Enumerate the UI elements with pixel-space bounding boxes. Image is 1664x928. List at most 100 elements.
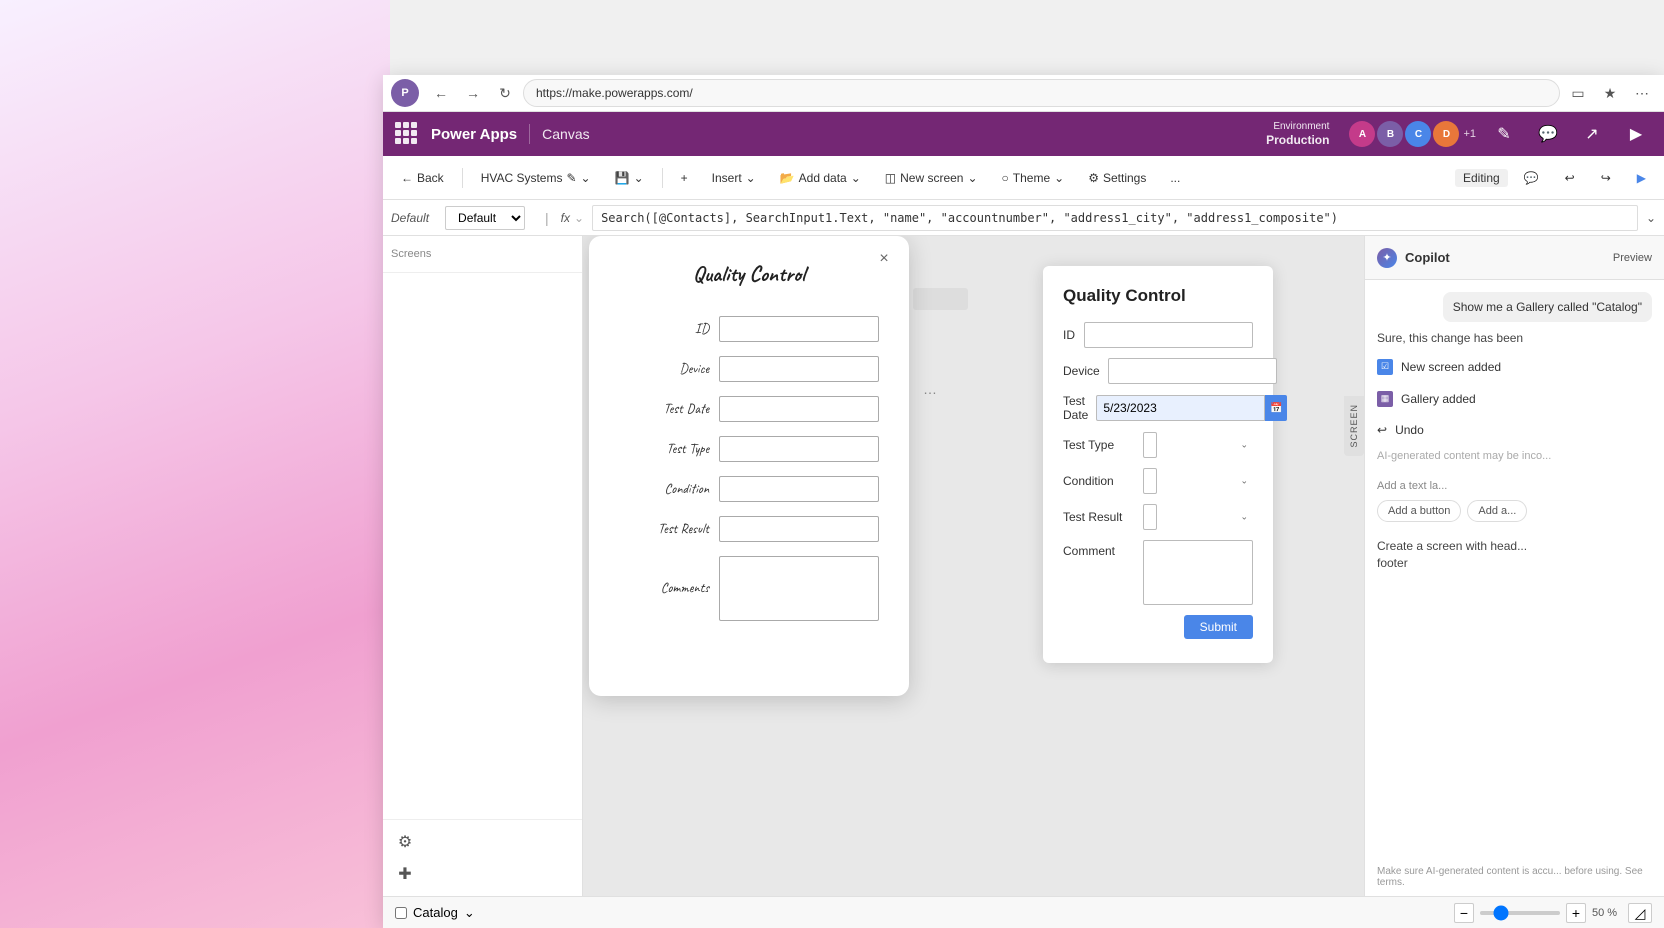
environment-badge: Environment Production bbox=[1266, 120, 1329, 149]
app-title-btn[interactable]: HVAC Systems ✎ ⌄ bbox=[471, 162, 601, 194]
theme-label: Theme bbox=[1013, 171, 1050, 185]
qc-card-row-condition: Condition ⌄ bbox=[1063, 468, 1253, 494]
screen-tab[interactable]: SCREEN bbox=[1344, 396, 1364, 456]
qc-card-row-device: Device bbox=[1063, 358, 1253, 384]
zoom-out-btn[interactable]: − bbox=[1454, 903, 1474, 923]
overlay-textarea-comments[interactable] bbox=[719, 556, 879, 621]
more-tools-btn[interactable]: ... bbox=[1160, 162, 1190, 194]
user-avatar-1[interactable]: A bbox=[1349, 121, 1375, 147]
add-data-btn[interactable]: 📂 Add data ⌄ bbox=[770, 162, 871, 194]
forward-button[interactable]: → bbox=[459, 79, 487, 107]
catalog-item[interactable]: Catalog ⌄ bbox=[395, 905, 475, 921]
qc-card-row-id: ID bbox=[1063, 322, 1253, 348]
browser-profile-icon[interactable]: P bbox=[391, 79, 419, 107]
copilot-preview-btn[interactable]: Preview bbox=[1613, 252, 1652, 264]
qc-card-row-testtype: Test Type ⌄ bbox=[1063, 432, 1253, 458]
save-btn[interactable]: 💾 ⌄ bbox=[605, 162, 654, 194]
overlay-input-device[interactable] bbox=[719, 356, 879, 382]
comment-toolbar-btn[interactable]: 💬 bbox=[1514, 162, 1549, 194]
zoom-slider[interactable] bbox=[1480, 911, 1560, 915]
share-icon[interactable]: ↗ bbox=[1576, 118, 1608, 150]
redo-toolbar-btn[interactable]: ↪ bbox=[1591, 162, 1621, 194]
screen-icon: ◫ bbox=[885, 171, 896, 185]
qc-card-row-comment: Comment bbox=[1063, 540, 1253, 605]
favorites-icon[interactable]: ★ bbox=[1596, 79, 1624, 107]
qc-label-condition: Condition bbox=[1063, 474, 1135, 488]
theme-btn[interactable]: ○ Theme ⌄ bbox=[992, 162, 1075, 194]
zoom-level: 50 % bbox=[1592, 907, 1622, 919]
overlay-input-testtype[interactable] bbox=[719, 436, 879, 462]
formula-expand-btn[interactable]: ⌄ bbox=[1646, 211, 1656, 225]
play-icon[interactable]: ▶ bbox=[1620, 118, 1652, 150]
app-title-text: HVAC Systems bbox=[481, 171, 563, 185]
insert-btn[interactable]: Insert ⌄ bbox=[702, 162, 766, 194]
copilot-logo: ✦ bbox=[1377, 248, 1397, 268]
qc-testtype-select[interactable] bbox=[1143, 432, 1157, 458]
user-avatar-2[interactable]: B bbox=[1377, 121, 1403, 147]
suggestions-row: Add a button Add a... bbox=[1377, 500, 1652, 522]
suggestion-add-button[interactable]: Add a button bbox=[1377, 500, 1461, 522]
comment-icon[interactable]: 💬 bbox=[1532, 118, 1564, 150]
toolbar-sep-2 bbox=[662, 168, 663, 188]
zoom-control: − + 50 % ◿ bbox=[1454, 903, 1652, 923]
overlay-close-button[interactable]: × bbox=[873, 248, 895, 270]
overlay-input-testdate[interactable] bbox=[719, 396, 879, 422]
zoom-in-btn[interactable]: + bbox=[1566, 903, 1586, 923]
add-btn[interactable]: + bbox=[671, 162, 698, 194]
fit-screen-btn[interactable]: ◿ bbox=[1628, 903, 1652, 923]
overlay-input-id[interactable] bbox=[719, 316, 879, 342]
overlay-input-testresult[interactable] bbox=[719, 516, 879, 542]
qc-testtype-wrap: ⌄ bbox=[1143, 432, 1253, 458]
overlay-field-row-testresult: Test Result bbox=[619, 516, 879, 542]
play-toolbar-btn[interactable]: ▶ bbox=[1627, 162, 1656, 194]
qc-submit-button[interactable]: Submit bbox=[1184, 615, 1253, 639]
app-launcher-icon[interactable] bbox=[395, 122, 419, 146]
background-gradient bbox=[0, 0, 390, 928]
address-bar[interactable] bbox=[523, 79, 1560, 107]
qc-condition-select[interactable] bbox=[1143, 468, 1157, 494]
settings-label: Settings bbox=[1103, 171, 1146, 185]
toolbar-sep-1 bbox=[462, 168, 463, 188]
back-nav-button[interactable]: ← Back bbox=[391, 162, 454, 194]
qc-date-picker-btn[interactable]: 📅 bbox=[1265, 395, 1287, 421]
new-screen-item-label: New screen added bbox=[1401, 360, 1501, 374]
qc-input-device[interactable] bbox=[1108, 358, 1277, 384]
extensions-icon[interactable]: ▭ bbox=[1564, 79, 1592, 107]
fx-icon: fx bbox=[561, 211, 570, 225]
fx-label: fx ⌄ bbox=[561, 211, 584, 225]
pen-icon[interactable]: ✎ bbox=[1488, 118, 1520, 150]
qc-input-id[interactable] bbox=[1084, 322, 1253, 348]
overlay-input-condition[interactable] bbox=[719, 476, 879, 502]
settings-btn[interactable]: ⚙ Settings bbox=[1078, 162, 1156, 194]
overlay-label-id: ID bbox=[619, 321, 709, 338]
qc-label-testtype: Test Type bbox=[1063, 438, 1135, 452]
gallery-item-label: Gallery added bbox=[1401, 392, 1476, 406]
topbar-divider bbox=[529, 124, 530, 144]
more-icon[interactable]: ⋯ bbox=[1628, 79, 1656, 107]
default-dropdown[interactable]: Default bbox=[445, 206, 525, 230]
suggestion-add-more[interactable]: Add a... bbox=[1467, 500, 1527, 522]
user-avatar-3[interactable]: C bbox=[1405, 121, 1431, 147]
user-avatar-4[interactable]: D bbox=[1433, 121, 1459, 147]
editing-badge: Editing bbox=[1455, 169, 1508, 187]
overlay-label-condition: Condition bbox=[619, 481, 709, 498]
qc-textarea-comment[interactable] bbox=[1143, 540, 1253, 605]
panel-more-icon[interactable]: ✚ bbox=[391, 860, 419, 888]
undo-icon: ↩ bbox=[1377, 423, 1387, 437]
theme-caret: ⌄ bbox=[1054, 171, 1064, 185]
new-screen-btn[interactable]: ◫ New screen ⌄ bbox=[875, 162, 988, 194]
catalog-checkbox[interactable] bbox=[395, 907, 407, 919]
back-button[interactable]: ← bbox=[427, 79, 455, 107]
panel-settings-icon[interactable]: ⚙ bbox=[391, 828, 419, 856]
undo-toolbar-btn[interactable]: ↩ bbox=[1555, 162, 1585, 194]
formula-input[interactable] bbox=[592, 205, 1638, 231]
create-sub: footer bbox=[1377, 555, 1652, 572]
refresh-button[interactable]: ↻ bbox=[491, 79, 519, 107]
overlay-label-comments: Comments bbox=[619, 580, 709, 597]
back-label: Back bbox=[417, 171, 444, 185]
qc-testresult-select[interactable] bbox=[1143, 504, 1157, 530]
qc-date-wrap: 📅 bbox=[1096, 395, 1287, 421]
qc-label-id: ID bbox=[1063, 328, 1076, 342]
copilot-undo-item[interactable]: ↩ Undo bbox=[1377, 419, 1652, 441]
qc-date-input[interactable] bbox=[1096, 395, 1265, 421]
